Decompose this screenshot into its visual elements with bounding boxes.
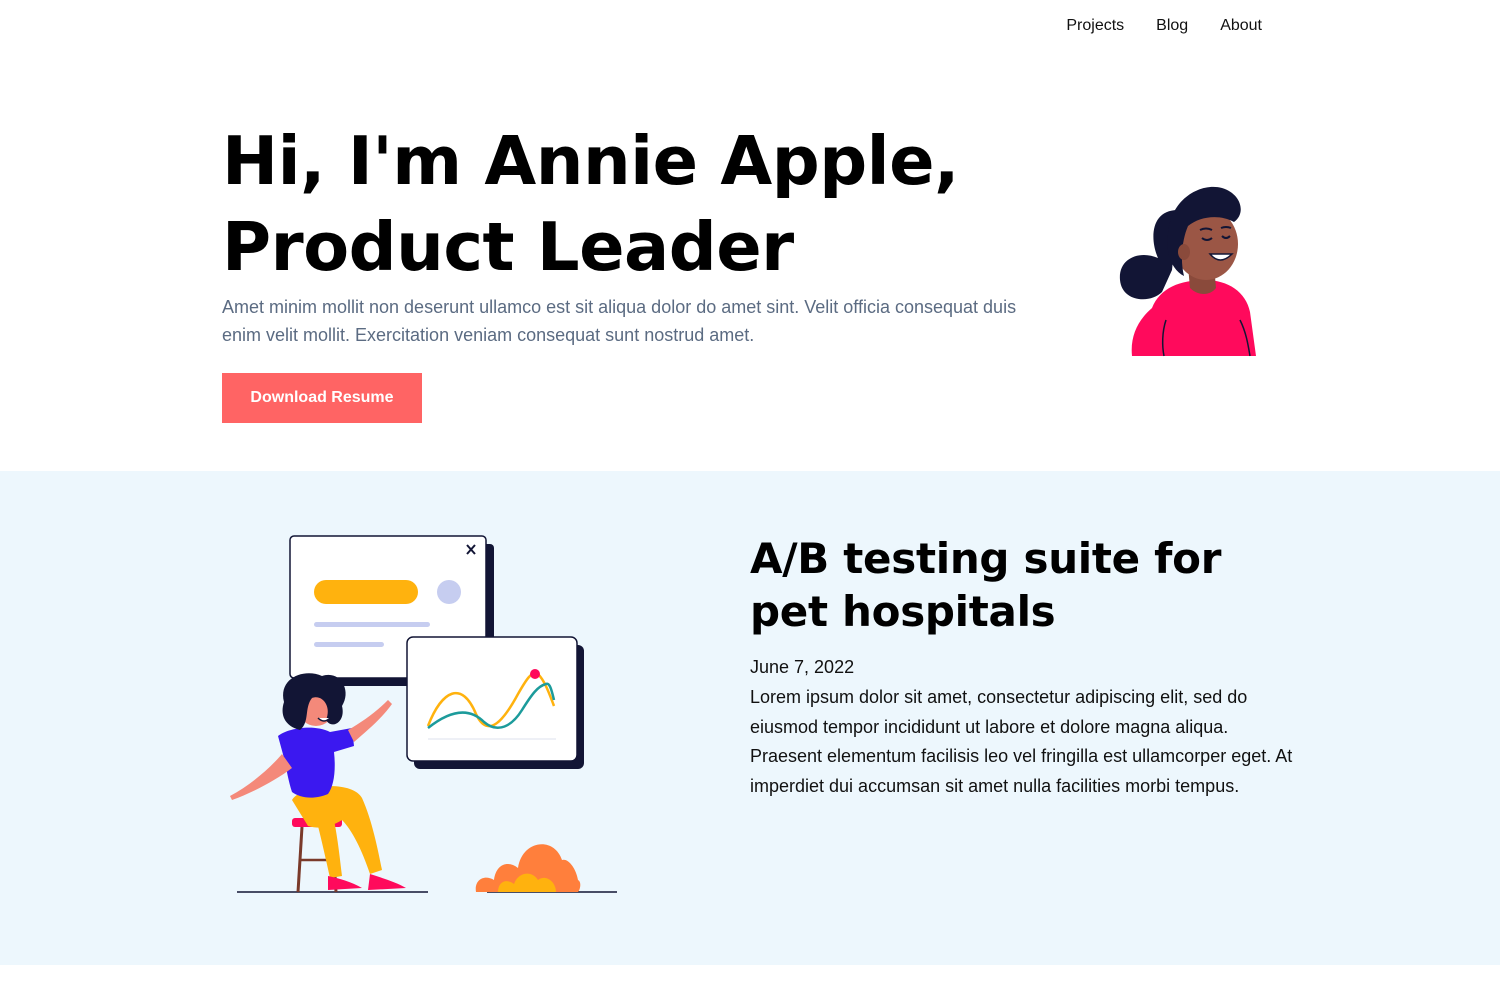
hero-title-line-2: Product Leader	[222, 208, 794, 286]
hero-title: Hi, I'm Annie Apple, Product Leader	[222, 118, 1002, 290]
portfolio-page: Projects Blog About Hi, I'm Annie Apple,…	[0, 0, 1500, 1000]
project-date: June 7, 2022	[750, 657, 855, 677]
nav-about-link[interactable]: About	[1220, 17, 1262, 35]
nav-projects-link[interactable]: Projects	[1066, 17, 1124, 35]
project-title[interactable]: A/B testing suite for pet hospitals	[750, 532, 1290, 638]
project-description: Lorem ipsum dolor sit amet, consectetur …	[750, 687, 1293, 796]
analytics-dashboard-illustration	[230, 535, 617, 893]
woman-avatar-icon	[1119, 186, 1256, 357]
hero-title-line-1: Hi, I'm Annie Apple,	[222, 122, 960, 200]
top-nav: Projects Blog About	[1066, 17, 1262, 35]
hero-description: Amet minim mollit non deserunt ullamco e…	[222, 297, 1017, 345]
nav-blog-link[interactable]: Blog	[1156, 17, 1188, 35]
download-resume-button[interactable]: Download Resume	[222, 373, 422, 423]
